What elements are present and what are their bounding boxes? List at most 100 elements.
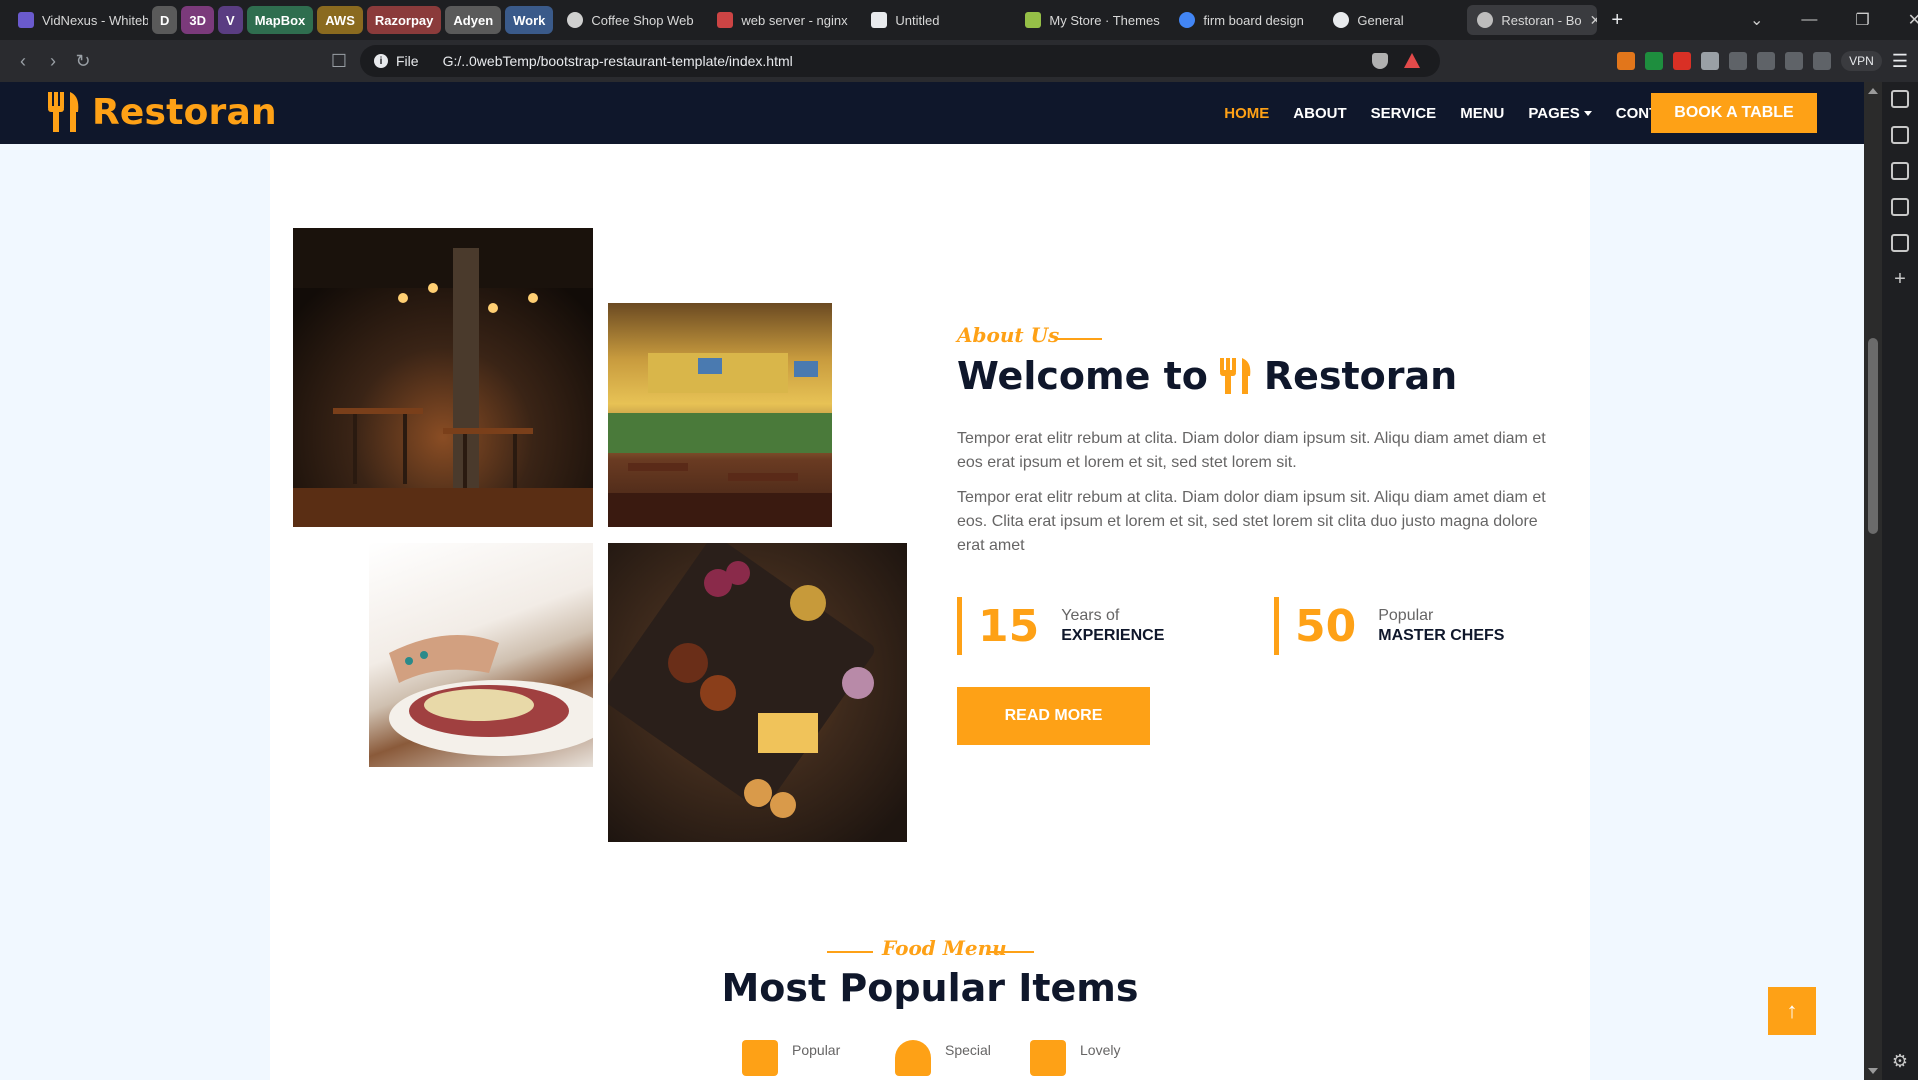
google-icon	[1179, 12, 1196, 28]
tab-search-icon[interactable]: ⌄	[1750, 10, 1763, 30]
menu-tag-line-left	[827, 951, 873, 953]
book-table-button[interactable]: BOOK A TABLE	[1651, 93, 1817, 133]
reading-list-icon[interactable]	[1891, 234, 1909, 252]
stat-number: 15	[978, 600, 1040, 652]
github-icon	[1333, 12, 1350, 28]
page-scrollbar[interactable]	[1864, 82, 1882, 1080]
back-to-top-button[interactable]: ↑	[1768, 987, 1816, 1035]
flag-icon	[717, 12, 734, 28]
salad-plate-illustration	[389, 635, 593, 756]
bookmarks-sidebar-icon[interactable]	[1891, 198, 1909, 216]
address-bar[interactable]: i File G:/..0webTemp/bootstrap-restauran…	[360, 45, 1440, 77]
extensions-area: VPN ☰	[1617, 40, 1908, 82]
leo-ai-icon[interactable]	[1813, 52, 1832, 70]
new-tab-button[interactable]: +	[1601, 5, 1633, 35]
reload-icon[interactable]: ↻	[68, 46, 98, 76]
nav-pages-dropdown[interactable]: PAGES	[1528, 105, 1592, 122]
wallet-sidebar-icon[interactable]	[1891, 162, 1909, 180]
nav-menu[interactable]: MENU	[1460, 105, 1504, 122]
leo-sidebar-icon[interactable]	[1891, 90, 1909, 108]
tab-group-work[interactable]: Work	[505, 6, 554, 34]
menu-tab-lovely[interactable]: Lovely	[1030, 1040, 1120, 1076]
menu-tag-line-right	[988, 951, 1034, 953]
stat-number: 50	[1295, 600, 1357, 652]
restaurant-interior-image	[293, 228, 593, 527]
about-tag-line	[1056, 338, 1102, 340]
scrollbar-thumb[interactable]	[1868, 338, 1878, 534]
menu-tab-popular[interactable]: Popular	[742, 1040, 840, 1076]
coffee-icon	[742, 1040, 778, 1076]
tab-github-general[interactable]: General	[1323, 5, 1463, 35]
about-paragraph-1: Tempor erat elitr rebum at clita. Diam d…	[957, 430, 1546, 471]
read-more-button[interactable]: READ MORE	[957, 687, 1150, 745]
adblock-icon[interactable]	[1673, 52, 1692, 70]
nav-about[interactable]: ABOUT	[1293, 105, 1346, 122]
back-icon[interactable]: ‹	[8, 46, 38, 76]
dining-room-image	[608, 303, 832, 527]
restore-icon[interactable]: ❐	[1855, 10, 1869, 30]
tab-group-razorpay[interactable]: Razorpay	[366, 6, 442, 34]
sidebar-icon[interactable]	[1757, 52, 1776, 70]
scroll-up-icon[interactable]	[1868, 88, 1878, 94]
bookmark-icon[interactable]: ☐	[324, 46, 354, 76]
site-navbar: Restoran HOME ABOUT SERVICE MENU PAGES C…	[0, 82, 1864, 144]
nav-pages[interactable]: PAGES	[1528, 105, 1579, 122]
tab-vidnexus[interactable]: VidNexus - Whiteb	[8, 5, 148, 35]
url-scheme: File	[396, 53, 419, 69]
menu-tab-special[interactable]: Special	[895, 1040, 991, 1076]
tab-nginx[interactable]: web server - nginx	[707, 5, 857, 35]
settings-gear-icon[interactable]: ⚙	[1892, 1051, 1908, 1072]
puzzle-icon[interactable]	[1729, 52, 1748, 70]
window-controls: ⌄ — ❐ ✕	[1750, 0, 1918, 40]
url-text[interactable]: G:/..0webTemp/bootstrap-restaurant-templ…	[443, 53, 793, 69]
tab-firm-board[interactable]: firm board design	[1169, 5, 1319, 35]
nav-service[interactable]: SERVICE	[1371, 105, 1437, 122]
dining-room-illustration	[608, 353, 832, 527]
scroll-down-icon[interactable]	[1868, 1068, 1878, 1074]
about-tag: About Us	[957, 323, 1060, 347]
codepen-icon	[871, 12, 888, 28]
brave-shield-icon[interactable]	[1372, 53, 1388, 69]
about-heading: Welcome to Restoran	[957, 354, 1458, 398]
forward-icon[interactable]: ›	[38, 46, 68, 76]
tab-restoran[interactable]: Restoran - Bo ✕	[1467, 5, 1598, 35]
menu-heading: Most Popular Items	[721, 966, 1139, 1010]
utensils-icon	[48, 92, 79, 132]
tab-group-aws[interactable]: AWS	[317, 6, 363, 34]
utensils-icon	[1219, 358, 1251, 394]
info-icon[interactable]: i	[374, 54, 388, 68]
page-viewport: About Us Welcome to Restoran Tempor erat…	[0, 82, 1864, 1080]
main-menu: HOME ABOUT SERVICE MENU PAGES CONTACT	[1224, 82, 1688, 144]
metamask-icon[interactable]	[1617, 52, 1636, 70]
video-sidebar-icon[interactable]	[1891, 126, 1909, 144]
brand-logo[interactable]: Restoran	[46, 90, 277, 134]
tab-untitled[interactable]: Untitled	[861, 5, 1011, 35]
burger-icon	[895, 1040, 931, 1076]
add-sidebar-icon[interactable]: +	[1894, 269, 1906, 289]
tab-group-v[interactable]: V	[218, 6, 243, 34]
grilled-platter-image	[608, 543, 907, 842]
vidnexus-icon	[18, 12, 34, 28]
tab-group-3d[interactable]: 3D	[181, 6, 215, 34]
vpn-button[interactable]: VPN	[1841, 51, 1882, 71]
globe-icon	[1477, 12, 1494, 28]
brave-rewards-icon[interactable]	[1404, 53, 1420, 68]
tab-group-d[interactable]: D	[152, 6, 178, 34]
browser-tab-bar: VidNexus - Whiteb D 3D V MapBox AWS Razo…	[0, 0, 1918, 40]
tab-coffee-shop[interactable]: Coffee Shop Web	[557, 5, 703, 35]
grilled-platter-illustration	[608, 543, 875, 818]
tab-my-store[interactable]: My Store · Themes	[1015, 5, 1165, 35]
wallet-icon[interactable]	[1785, 52, 1804, 70]
close-tab-icon[interactable]: ✕	[1590, 12, 1598, 29]
minimize-icon[interactable]: —	[1801, 11, 1817, 29]
extension-k-icon[interactable]	[1701, 52, 1720, 70]
tab-group-adyen[interactable]: Adyen	[445, 6, 502, 34]
menu-icon[interactable]: ☰	[1892, 51, 1908, 72]
stat-master-chefs: 50 Popular MASTER CHEFS	[1274, 597, 1504, 655]
close-window-icon[interactable]: ✕	[1908, 10, 1918, 30]
nav-home[interactable]: HOME	[1224, 105, 1269, 122]
download-icon[interactable]	[1645, 52, 1664, 70]
chevron-down-icon	[1583, 110, 1592, 116]
restaurant-interior-illustration	[293, 228, 593, 527]
tab-group-mapbox[interactable]: MapBox	[246, 6, 314, 34]
